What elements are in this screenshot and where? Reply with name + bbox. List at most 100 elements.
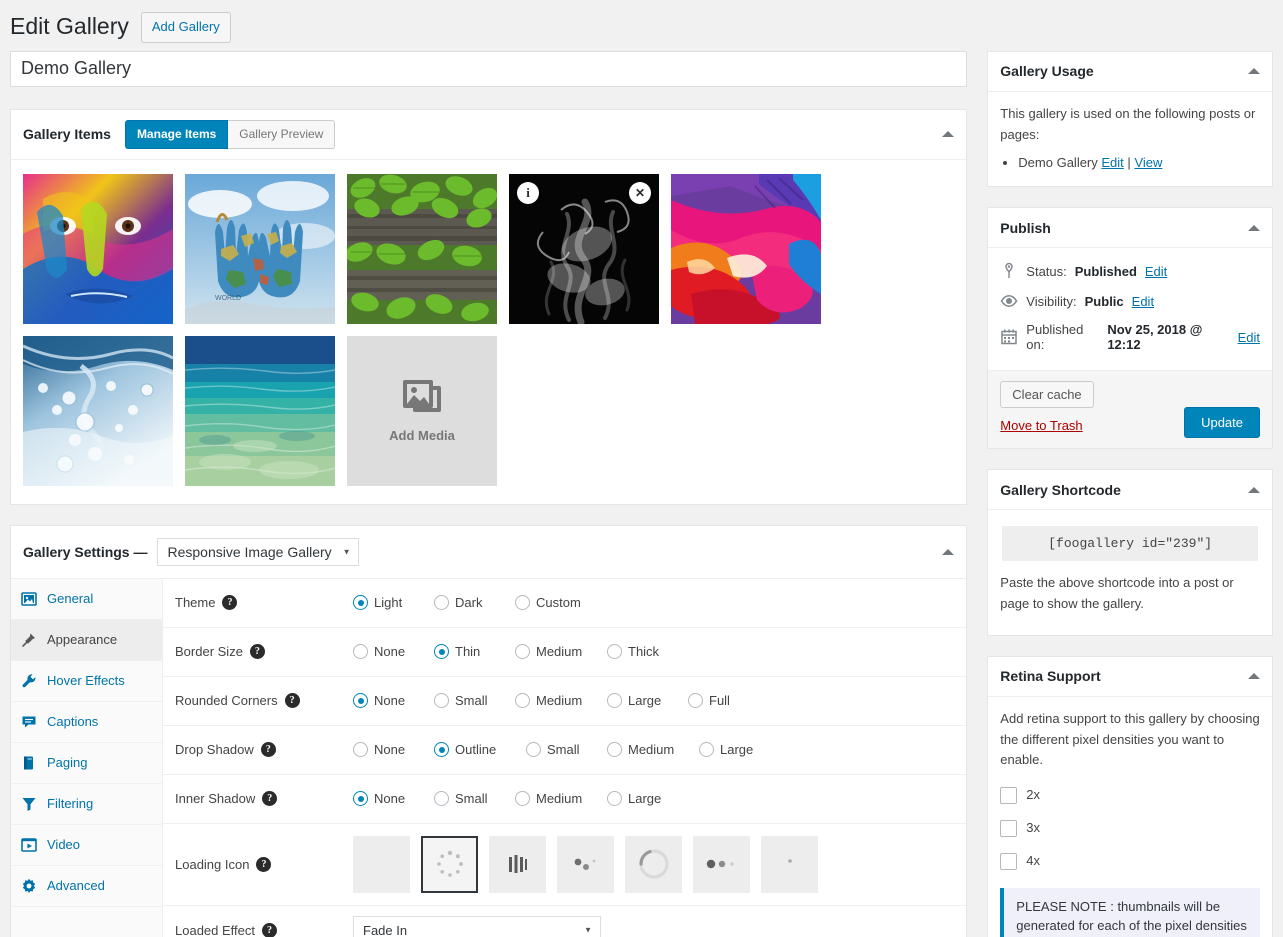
settings-tab-general[interactable]: General	[11, 579, 162, 620]
gallery-template-select[interactable]: Responsive Image Gallery	[157, 537, 360, 566]
usage-separator: |	[1127, 155, 1131, 171]
retina-checkbox-3x[interactable]: 3x	[1000, 812, 1260, 845]
radio-theme-light[interactable]: Light	[353, 595, 434, 611]
settings-tab-hover-effects[interactable]: Hover Effects	[11, 661, 162, 702]
radio-innershadow-none[interactable]: None	[353, 791, 434, 807]
settings-tab-appearance[interactable]: Appearance	[11, 619, 162, 661]
radio-border-thick[interactable]: Thick	[607, 644, 688, 660]
settings-tab-label: Video	[47, 837, 81, 853]
update-button[interactable]: Update	[1184, 407, 1260, 439]
thumbnail-item[interactable]	[671, 173, 821, 324]
gallery-shortcode-panel: Gallery Shortcode [foogallery id="239"] …	[987, 469, 1273, 636]
radio-corners-small[interactable]: Small	[434, 693, 515, 709]
help-icon[interactable]: ?	[260, 742, 276, 758]
usage-edit-link[interactable]: Edit	[1101, 155, 1123, 170]
radio-dropshadow-outline[interactable]: Outline	[434, 742, 526, 758]
clear-cache-button[interactable]: Clear cache	[1000, 381, 1094, 409]
retina-checkbox-4x[interactable]: 4x	[1000, 845, 1260, 878]
loading-icon-fading-dots[interactable]	[693, 835, 750, 893]
publish-status-value: Published	[1074, 263, 1137, 279]
publish-status-edit-link[interactable]: Edit	[1145, 264, 1167, 279]
thumbnail-item[interactable]	[23, 335, 173, 486]
radio-indicator	[515, 791, 530, 807]
collapse-arrow-publish[interactable]	[1248, 224, 1260, 231]
publish-visibility-edit-link[interactable]: Edit	[1132, 294, 1154, 309]
gallery-title-input[interactable]	[10, 50, 968, 87]
radio-group: None Small Medium	[353, 791, 688, 807]
gallery-items-tabs: Manage Items Gallery Preview	[124, 119, 336, 149]
tab-manage-items[interactable]: Manage Items	[124, 119, 229, 149]
field-label: Border Size ?	[175, 644, 353, 660]
settings-tab-paging[interactable]: Paging	[11, 743, 162, 784]
thumbnail-item[interactable]	[185, 335, 335, 486]
collapse-arrow-gallery-items[interactable]	[942, 131, 955, 138]
add-gallery-button[interactable]: Add Gallery	[140, 12, 231, 43]
help-icon[interactable]: ?	[262, 791, 278, 807]
gallery-items-panel: Gallery Items Manage Items Gallery Previ…	[10, 108, 968, 505]
radio-theme-dark[interactable]: Dark	[434, 595, 515, 611]
publish-date-edit-link[interactable]: Edit	[1238, 330, 1260, 345]
radio-innershadow-small[interactable]: Small	[434, 791, 515, 807]
radio-dropshadow-large[interactable]: Large	[699, 742, 780, 758]
collapse-arrow-gallery-usage[interactable]	[1248, 68, 1260, 75]
move-to-trash-link[interactable]: Move to Trash	[1000, 418, 1082, 433]
help-icon[interactable]: ?	[249, 644, 265, 660]
loaded-effect-select[interactable]: Fade In	[353, 915, 601, 937]
retina-checkbox-2x[interactable]: 2x	[1000, 779, 1260, 812]
checkbox-label: 2x	[1026, 787, 1041, 803]
radio-corners-medium[interactable]: Medium	[515, 693, 607, 709]
thumbnail-info-icon[interactable]: i	[517, 181, 539, 204]
radio-label: Dark	[455, 595, 483, 611]
loading-icon-three-dots-diagonal[interactable]	[557, 835, 614, 893]
abstract-paint-splash-image	[671, 173, 821, 324]
add-media-tile[interactable]: Add Media	[347, 335, 497, 486]
collapse-arrow-shortcode[interactable]	[1248, 486, 1260, 493]
radio-border-medium[interactable]: Medium	[515, 644, 607, 660]
loading-icon-bars-spinner[interactable]	[489, 835, 546, 893]
help-icon[interactable]: ?	[284, 693, 300, 709]
loading-icon-ring-spinner[interactable]	[625, 835, 682, 893]
field-label-text: Drop Shadow	[175, 742, 254, 758]
radio-innershadow-large[interactable]: Large	[607, 791, 688, 807]
radio-label: Medium	[536, 791, 583, 807]
publish-panel: Publish Status: Published Edit Visibilit…	[987, 207, 1273, 450]
gallery-usage-body: This gallery is used on the following po…	[988, 92, 1272, 186]
radio-dropshadow-small[interactable]: Small	[526, 742, 607, 758]
settings-tab-filtering[interactable]: Filtering	[11, 784, 162, 825]
gallery-usage-description: This gallery is used on the following po…	[1000, 105, 1256, 142]
tab-gallery-preview[interactable]: Gallery Preview	[228, 119, 336, 149]
thumbnail-item[interactable]: WORLD	[185, 173, 335, 324]
collapse-arrow-retina[interactable]	[1248, 673, 1260, 680]
settings-tab-captions[interactable]: Captions	[11, 702, 162, 743]
radio-corners-large[interactable]: Large	[607, 693, 688, 709]
radio-theme-custom[interactable]: Custom	[515, 595, 596, 611]
usage-view-link[interactable]: View	[1134, 155, 1162, 170]
thumbnail-remove-icon[interactable]: ✕	[629, 181, 651, 204]
settings-tab-video[interactable]: Video	[11, 825, 162, 866]
radio-dropshadow-none[interactable]: None	[353, 742, 434, 758]
loading-icon-dot-circle-spinner[interactable]	[421, 835, 478, 893]
publish-visibility-label: Visibility:	[1026, 293, 1077, 309]
thumbnail-item[interactable]	[23, 173, 173, 324]
thumbnail-item[interactable]: i ✕	[509, 173, 659, 324]
field-label-text: Rounded Corners	[175, 693, 278, 709]
loading-icon-none[interactable]	[353, 835, 410, 893]
settings-tab-advanced[interactable]: Advanced	[11, 866, 162, 907]
shortcode-value[interactable]: [foogallery id="239"]	[1002, 526, 1258, 562]
radio-border-thin[interactable]: Thin	[434, 644, 515, 660]
help-icon[interactable]: ?	[256, 856, 272, 872]
field-drop-shadow: Drop Shadow ? None Outline Small Medium …	[163, 726, 967, 775]
radio-dropshadow-medium[interactable]: Medium	[607, 742, 699, 758]
thumbnail-item[interactable]	[347, 173, 497, 324]
radio-indicator	[515, 595, 530, 611]
radio-border-none[interactable]: None	[353, 644, 434, 660]
loading-icon-single-dot[interactable]	[761, 835, 818, 893]
page-header: Edit Gallery Add Gallery	[10, 0, 1273, 51]
collapse-arrow-gallery-settings[interactable]	[942, 548, 955, 555]
shortcode-title: Gallery Shortcode	[1000, 481, 1121, 498]
radio-corners-none[interactable]: None	[353, 693, 434, 709]
radio-corners-full[interactable]: Full	[688, 693, 769, 709]
help-icon[interactable]: ?	[222, 595, 238, 611]
help-icon[interactable]: ?	[262, 922, 277, 937]
radio-innershadow-medium[interactable]: Medium	[515, 791, 607, 807]
